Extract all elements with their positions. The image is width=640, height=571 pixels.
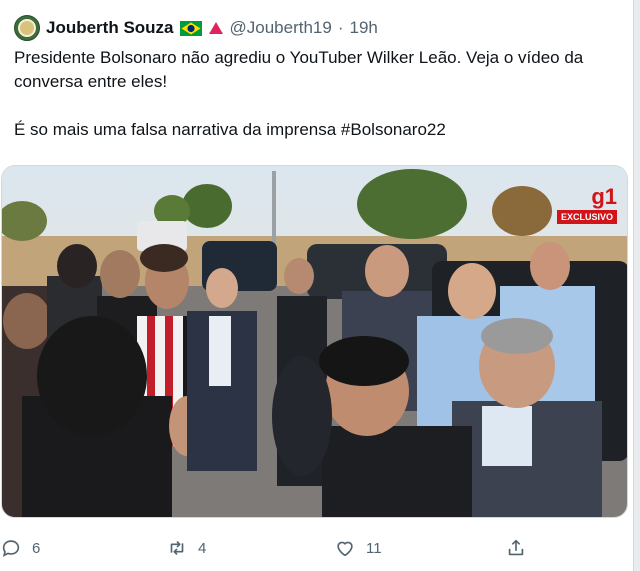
retweet-count: 4 xyxy=(198,539,207,557)
tweet-media[interactable]: g1 EXCLUSIVO xyxy=(1,165,628,518)
tweet-text-line1: Presidente Bolsonaro não agrediu o YouTu… xyxy=(14,48,584,91)
reply-button[interactable]: 6 xyxy=(0,534,40,562)
retweet-icon xyxy=(170,540,184,556)
user-handle[interactable]: @Jouberth19 xyxy=(230,18,332,38)
share-icon xyxy=(508,539,524,556)
separator-dot: · xyxy=(337,18,344,37)
reply-count: 6 xyxy=(32,539,41,557)
tweet-text-line2: É so mais uma falsa narrativa da imprens… xyxy=(14,120,446,139)
avatar[interactable] xyxy=(14,15,40,41)
tweet-card[interactable]: Jouberth Souza @Jouberth19 · 19h Preside… xyxy=(0,0,634,571)
tweet-timestamp[interactable]: 19h xyxy=(350,18,378,38)
heart-icon xyxy=(337,541,353,557)
media-photo xyxy=(2,166,627,517)
avatar-image xyxy=(18,19,36,37)
tweet-text: Presidente Bolsonaro não agrediu o YouTu… xyxy=(14,46,614,142)
share-button[interactable] xyxy=(505,534,527,562)
reply-icon xyxy=(2,540,20,557)
brazil-flag-icon xyxy=(179,20,202,36)
exclusive-label: EXCLUSIVO xyxy=(556,210,617,224)
display-name[interactable]: Jouberth Souza xyxy=(46,18,174,38)
tweet-header: Jouberth Souza @Jouberth19 · 19h xyxy=(14,14,378,42)
exclusive-badge: g1 EXCLUSIVO xyxy=(556,184,617,224)
tweet-actions: 6 4 11 xyxy=(0,534,634,562)
red-triangle-icon xyxy=(208,22,223,34)
like-count: 11 xyxy=(366,539,382,557)
like-button[interactable]: 11 xyxy=(334,534,382,562)
g1-logo: g1 xyxy=(591,184,617,209)
retweet-button[interactable]: 4 xyxy=(166,534,206,562)
